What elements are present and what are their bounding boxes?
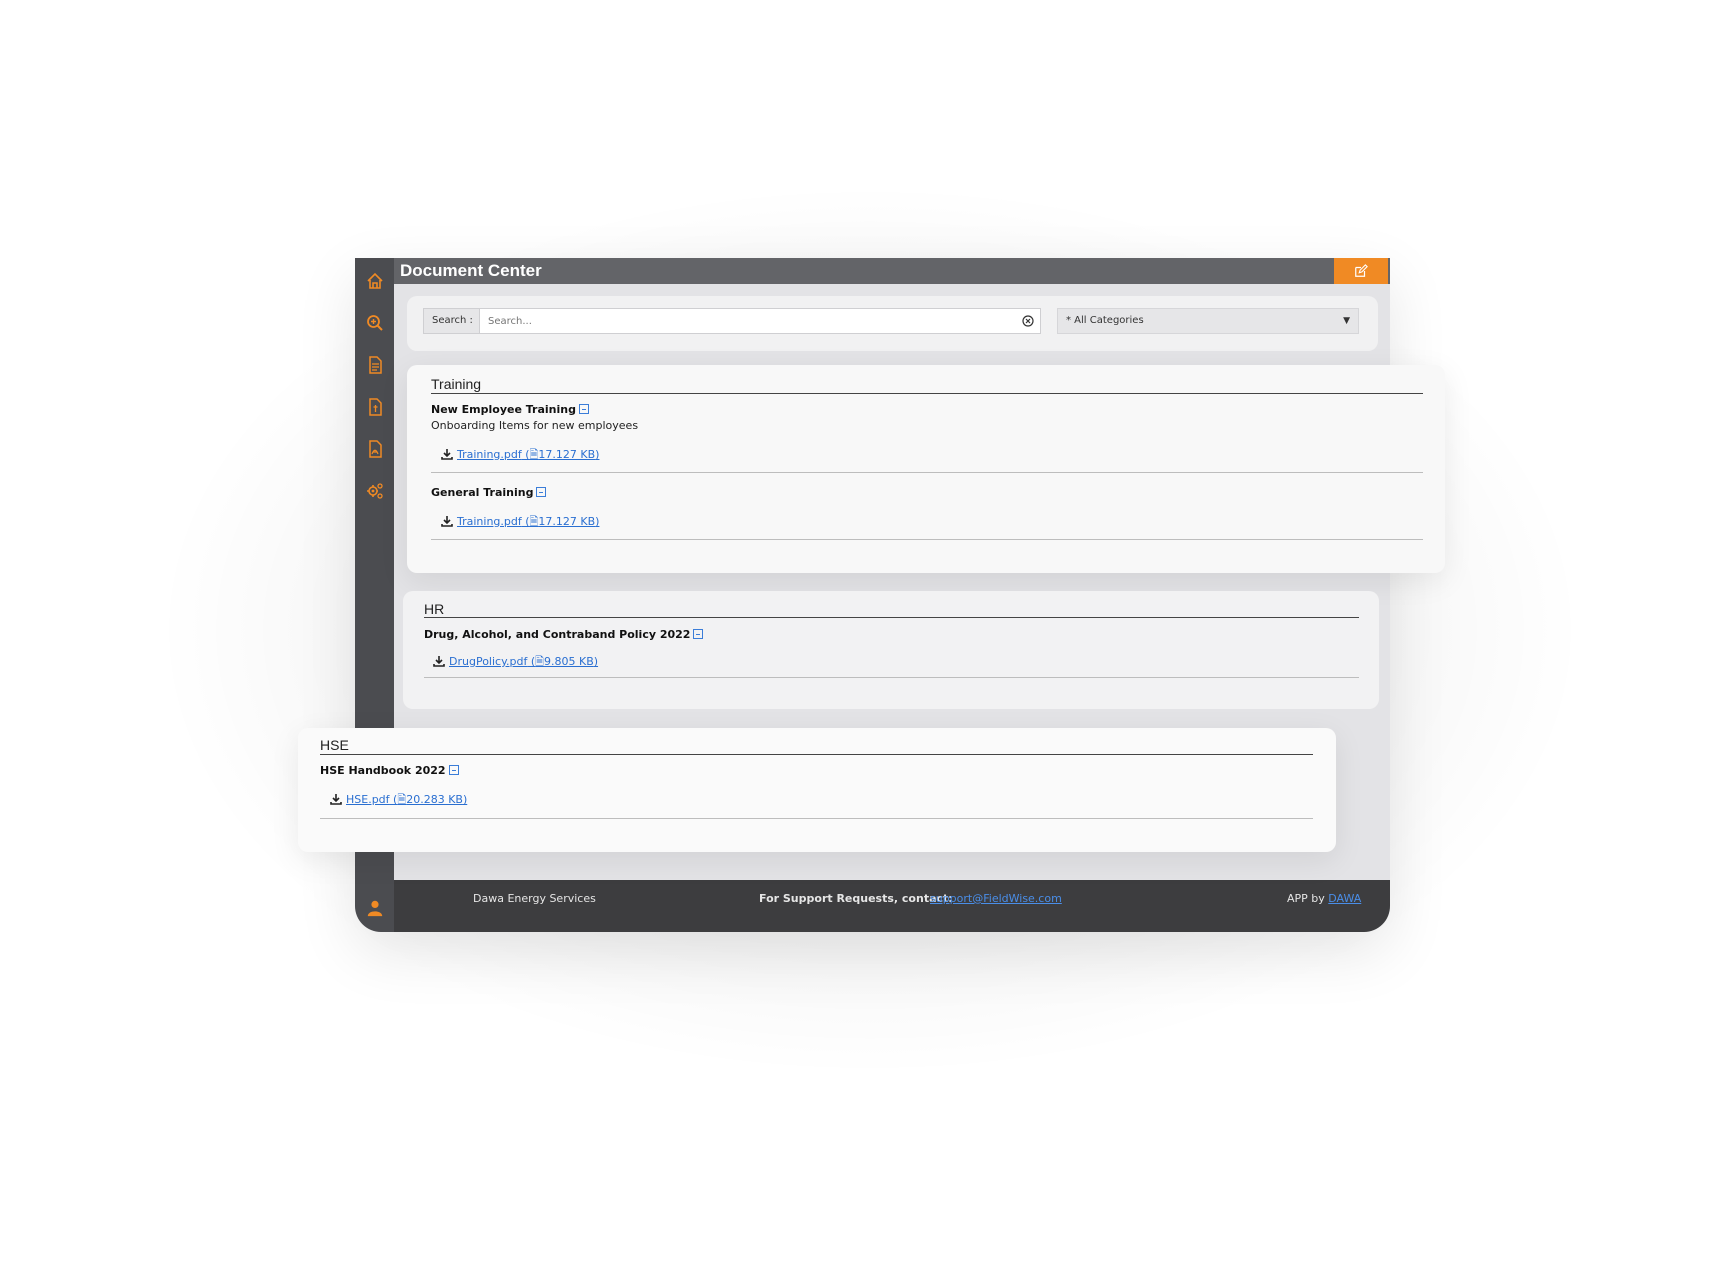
search-panel: Search : * All Categories ▼ [407,296,1378,351]
top-bar: Document Center [394,258,1390,284]
collapse-icon[interactable] [448,765,459,775]
item-divider [431,472,1423,473]
category-select[interactable]: * All Categories ▼ [1057,308,1359,334]
file-name: HSE.pdf [346,793,390,806]
item-divider [431,539,1423,540]
document-title: Drug, Alcohol, and Contraband Policy 202… [424,628,704,641]
category-divider [424,617,1359,618]
document-title-text: General Training [431,486,534,499]
support-email-link[interactable]: support@FieldWise.com [930,892,1062,905]
file-link[interactable]: DrugPolicy.pdf (🗎9.805 KB) [449,655,598,668]
category-divider [320,754,1313,755]
search-label: Search : [423,308,479,334]
file-size: 9.805 KB [544,655,594,668]
collapse-icon[interactable] [578,404,589,414]
search-input[interactable] [479,308,1041,334]
home-icon[interactable] [365,271,385,291]
file-size: 17.127 KB [538,515,596,528]
file-icon: 🗎 [397,793,407,806]
document-title: General Training [431,486,547,499]
document-title-text: HSE Handbook 2022 [320,764,446,777]
collapse-icon[interactable] [536,487,547,497]
clear-search-icon[interactable] [1021,313,1035,327]
file-name: Training.pdf [457,448,522,461]
file-name: DrugPolicy.pdf [449,655,528,668]
category-divider [431,393,1423,394]
settings-icon[interactable] [365,481,385,501]
download-icon [330,793,342,805]
search-zoom-icon[interactable] [365,313,385,333]
file-size: 20.283 KB [406,793,463,806]
file-link[interactable]: Training.pdf (🗎17.127 KB) [457,448,599,461]
download-icon [433,655,445,667]
dawa-link[interactable]: DAWA [1328,892,1361,905]
report-icon[interactable] [365,397,385,417]
category-card-training: Training New Employee Training Onboardin… [407,365,1445,573]
download-icon [441,515,453,527]
collapse-icon[interactable] [693,629,704,639]
edit-button[interactable] [1334,258,1388,284]
document-icon[interactable] [365,355,385,375]
document-title: HSE Handbook 2022 [320,764,459,777]
edit-icon [1355,264,1368,277]
page-title: Document Center [400,261,542,280]
file-icon: 🗎 [535,655,545,668]
document-title-text: Drug, Alcohol, and Contraband Policy 202… [424,628,691,641]
footer-support-label: For Support Requests, contact: [759,892,953,905]
user-icon[interactable] [366,899,384,917]
file-row: DrugPolicy.pdf (🗎9.805 KB) [433,653,598,672]
document-title: New Employee Training [431,403,589,416]
item-divider [320,818,1313,819]
footer: Dawa Energy Services For Support Request… [394,880,1390,932]
category-select-value: * All Categories [1066,315,1144,326]
footer-company: Dawa Energy Services [473,892,596,905]
file-link[interactable]: HSE.pdf (🗎20.283 KB) [346,793,467,806]
file-size: 17.127 KB [538,448,596,461]
category-title: Training [431,376,482,392]
document-description: Onboarding Items for new employees [431,419,639,432]
category-card-hse: HSE HSE Handbook 2022 HSE.pdf (🗎20.283 K… [298,728,1336,852]
item-divider [424,677,1359,678]
category-title: HSE [320,737,349,753]
category-card-hr: HR Drug, Alcohol, and Contraband Policy … [403,591,1379,709]
app-by-label: APP by [1287,892,1325,905]
download-icon [441,448,453,460]
file-link[interactable]: Training.pdf (🗎17.127 KB) [457,515,599,528]
footer-app-by: APP by DAWA [1287,892,1361,905]
file-name: Training.pdf [457,515,522,528]
chevron-down-icon: ▼ [1343,316,1350,326]
category-title: HR [424,601,445,617]
file-row: HSE.pdf (🗎20.283 KB) [330,791,467,810]
file-row: Training.pdf (🗎17.127 KB) [441,446,599,465]
pdf-icon[interactable] [365,439,385,459]
document-title-text: New Employee Training [431,403,576,416]
file-row: Training.pdf (🗎17.127 KB) [441,513,599,532]
